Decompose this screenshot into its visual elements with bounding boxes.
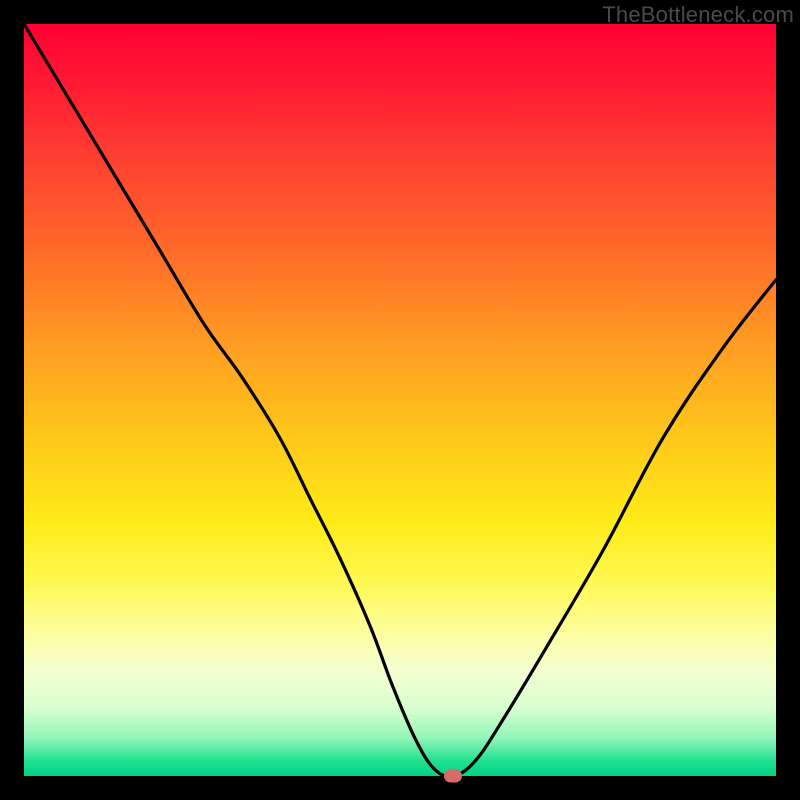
chart-curve <box>24 24 776 776</box>
chart-data-point-marker <box>444 770 462 783</box>
chart-plot-area <box>24 24 776 776</box>
